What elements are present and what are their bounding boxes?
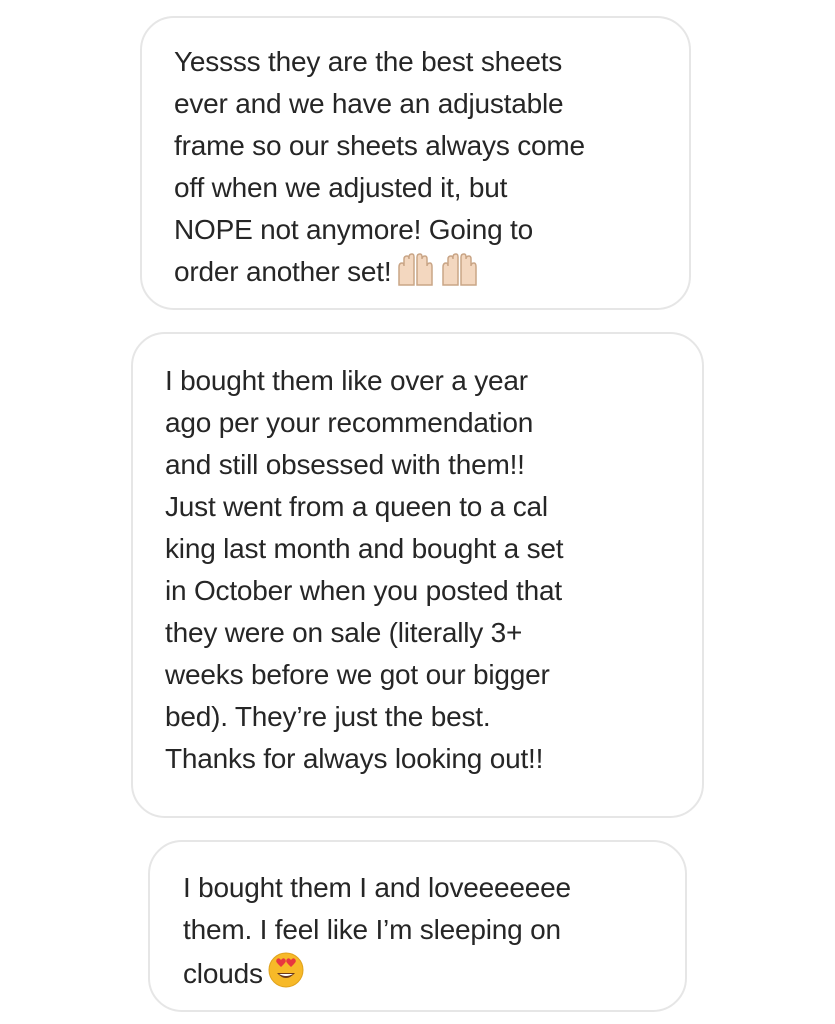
message-bubble[interactable]: Yessss they are the best sheets ever and… xyxy=(140,16,691,310)
message-bubble[interactable]: I bought them like over a year ago per y… xyxy=(131,332,704,818)
heart-eyes-face-icon xyxy=(267,951,305,989)
message-bubble[interactable]: I bought them I and loveeeeeee them. I f… xyxy=(148,840,687,1012)
message-text: I bought them like over a year ago per y… xyxy=(165,365,564,774)
message-text: I bought them I and loveeeeeee them. I f… xyxy=(183,872,571,989)
raising-hands-icon xyxy=(395,251,483,287)
message-text: Yessss they are the best sheets ever and… xyxy=(174,46,585,287)
